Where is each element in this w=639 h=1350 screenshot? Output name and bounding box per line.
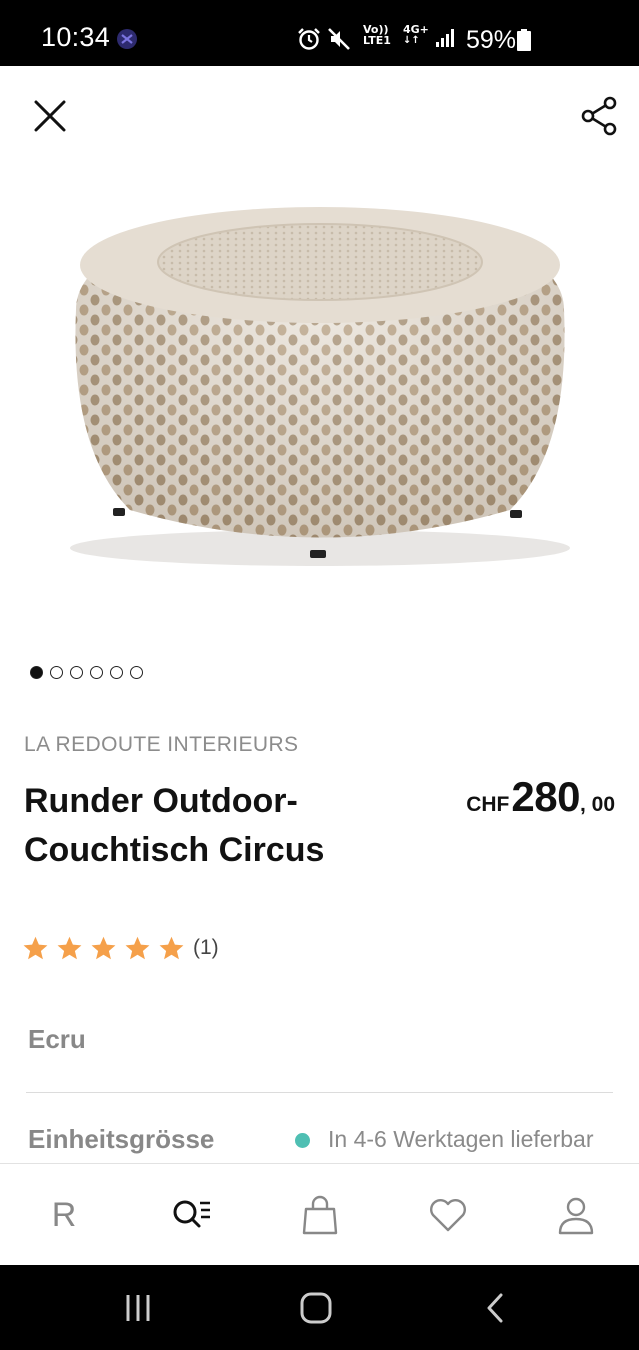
recents-icon xyxy=(126,1294,150,1321)
price-decimal: , 00 xyxy=(579,793,615,816)
price-currency: CHF xyxy=(466,793,510,816)
star-icon xyxy=(125,936,150,959)
product-price: CHF 280 , 00 xyxy=(466,773,615,821)
back-icon xyxy=(487,1293,503,1322)
close-button[interactable] xyxy=(28,94,72,138)
bag-icon xyxy=(302,1195,338,1235)
rating-count: (1) xyxy=(193,936,219,959)
share-button[interactable] xyxy=(578,94,622,138)
recents-button[interactable] xyxy=(78,1265,198,1350)
app-notification-icon xyxy=(117,29,137,49)
close-icon xyxy=(34,100,66,132)
battery-percent: 59% xyxy=(466,26,517,54)
network-volte: Vo)) LTE1 xyxy=(363,23,391,47)
home-logo: R xyxy=(51,1195,77,1234)
home-icon xyxy=(300,1292,332,1323)
share-icon xyxy=(581,96,617,136)
availability-dot-icon xyxy=(295,1133,310,1148)
size-option[interactable]: Einheitsgrösse xyxy=(28,1124,214,1155)
bottom-nav: R xyxy=(0,1163,639,1265)
availability-text: In 4-6 Werktagen lieferbar xyxy=(328,1126,594,1152)
star-icon xyxy=(91,936,116,959)
pager-dot[interactable] xyxy=(70,666,83,679)
star-icon xyxy=(159,936,184,959)
product-photo xyxy=(70,207,570,566)
price-integer: 280 xyxy=(511,773,580,820)
nav-home[interactable]: R xyxy=(0,1164,128,1266)
home-button[interactable] xyxy=(256,1265,376,1350)
signal-icon xyxy=(436,29,454,47)
product-title: Runder Outdoor-Couchtisch Circus xyxy=(24,782,325,869)
user-icon xyxy=(558,1197,594,1235)
pager-dot[interactable] xyxy=(90,666,103,679)
nav-search[interactable] xyxy=(128,1164,256,1266)
image-pager xyxy=(30,666,143,680)
system-nav-bar xyxy=(0,1265,639,1350)
pager-dot-active[interactable] xyxy=(30,666,43,679)
divider xyxy=(26,1092,613,1093)
nav-bag[interactable] xyxy=(256,1164,384,1266)
color-option[interactable]: Ecru xyxy=(28,1024,86,1055)
product-rating[interactable]: (1) xyxy=(22,932,219,964)
status-bar: 10:34 Vo)) LTE1 4G+ ↓↑ 59% xyxy=(0,0,639,66)
search-menu-icon xyxy=(173,1200,210,1228)
back-button[interactable] xyxy=(436,1265,556,1350)
star-icon xyxy=(57,936,82,959)
network-4g: 4G+ ↓↑ xyxy=(403,23,429,46)
pager-dot[interactable] xyxy=(130,666,143,679)
nav-account[interactable] xyxy=(512,1164,639,1266)
product-brand[interactable]: LA REDOUTE INTERIEURS xyxy=(24,733,298,757)
battery-icon xyxy=(517,29,531,51)
star-icon xyxy=(23,936,48,959)
status-time: 10:34 xyxy=(41,22,111,52)
nav-wishlist[interactable] xyxy=(384,1164,512,1266)
pager-dot[interactable] xyxy=(50,666,63,679)
product-image[interactable] xyxy=(40,170,600,590)
heart-icon xyxy=(430,1199,466,1232)
pager-dot[interactable] xyxy=(110,666,123,679)
mute-icon xyxy=(328,28,350,50)
alarm-icon xyxy=(298,28,320,50)
